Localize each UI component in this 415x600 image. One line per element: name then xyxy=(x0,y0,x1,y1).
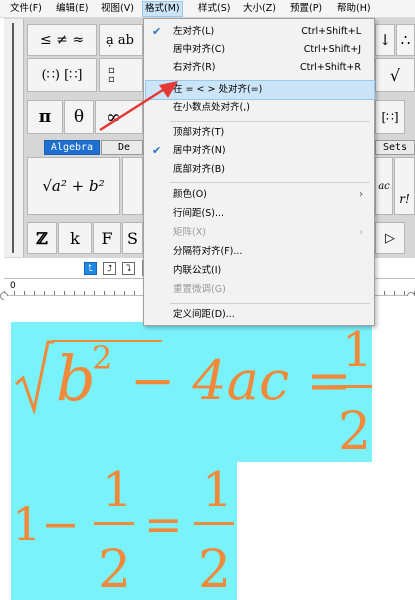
align-left-icon[interactable]: ⮤ xyxy=(84,262,97,275)
menu-item-color[interactable]: 颜色(O) › xyxy=(145,186,373,204)
factorial-template-button[interactable]: r! xyxy=(394,157,415,215)
submenu-arrow-icon: › xyxy=(359,227,363,238)
menu-item-align-middle[interactable]: ✔ 居中对齐(N) xyxy=(145,142,373,160)
eq1-rest: − 4ac = xyxy=(130,349,352,412)
check-icon: ✔ xyxy=(152,25,162,38)
menu-separator xyxy=(170,121,370,122)
radical-sign-icon xyxy=(15,340,54,414)
sqrt-sum-template[interactable]: √a² + b² xyxy=(27,157,120,215)
eq1-variable-b: b xyxy=(56,342,96,415)
menu-item-align-bottom[interactable]: 底部对齐(B) xyxy=(145,161,373,179)
fraction-template-button[interactable]: ac xyxy=(375,157,393,215)
fences-palette-button[interactable]: (∷) [∷] xyxy=(27,58,97,92)
menu-item-align-center[interactable]: 居中对齐(C) Ctrl+Shift+J xyxy=(145,41,373,59)
menu-item-reset-nudge: 重置微调(G) xyxy=(173,284,226,295)
radicals-palette-button[interactable]: √ xyxy=(375,58,415,92)
align-center-icon[interactable]: ⮥ xyxy=(103,262,116,275)
eq2-denominator: 2 xyxy=(98,540,132,600)
eq1-exponent: 2 xyxy=(92,339,113,377)
annotation-arrow-icon xyxy=(99,81,178,132)
pi-button[interactable]: π xyxy=(27,100,63,134)
tab-sets[interactable]: Sets xyxy=(375,140,415,155)
menu-item-define-spacing[interactable]: 定义间距(D)... xyxy=(145,306,373,324)
eq2-equals: = xyxy=(144,497,183,551)
logic-palette-button[interactable]: ∴ xyxy=(396,24,415,56)
eq2-right-fraction-bar xyxy=(194,522,234,525)
eq1-denominator: 2 xyxy=(338,402,372,462)
arrows-palette-button[interactable]: ↓ xyxy=(375,24,395,56)
script-f-button[interactable]: F xyxy=(93,222,121,254)
eq1-fraction-bar xyxy=(332,385,372,388)
menu-item-line-spacing[interactable]: 行间距(S)... xyxy=(145,205,373,223)
menu-item-inline-equation[interactable]: 内联公式(I) xyxy=(145,262,373,280)
menu-edit[interactable]: 编辑(E) xyxy=(54,2,90,16)
check-icon: ✔ xyxy=(152,144,162,157)
theta-button[interactable]: θ xyxy=(64,100,94,134)
format-dropdown-menu: ✔ 左对齐(L) Ctrl+Shift+L 居中对齐(C) Ctrl+Shift+J … xyxy=(143,18,375,326)
sqrt-sum-template-text: √a² + b² xyxy=(42,177,105,195)
menu-item-align-left[interactable]: ✔ 左对齐(L) Ctrl+Shift+L xyxy=(145,23,373,41)
align-right-icon[interactable]: ⮧ xyxy=(122,262,135,275)
menu-item-delimiter-align[interactable]: 分隔符对齐(F)... xyxy=(145,243,373,261)
tab-algebra[interactable]: Algebra xyxy=(44,140,100,155)
eq2-right-denominator: 2 xyxy=(198,540,232,600)
fraktur-k-button[interactable]: k xyxy=(58,222,92,254)
integers-button[interactable]: ℤ xyxy=(27,222,57,254)
triangle-button[interactable]: ▷ xyxy=(375,222,405,254)
menu-style[interactable]: 样式(S) xyxy=(196,2,232,16)
template-slot[interactable] xyxy=(122,157,143,215)
submenu-arrow-icon: › xyxy=(359,189,363,200)
menu-separator xyxy=(170,182,370,183)
eq2-one-minus: 1− xyxy=(12,497,80,551)
menu-item-matrix: 矩阵(X) › xyxy=(145,224,373,242)
eq2-right-numerator: 1 xyxy=(202,462,233,518)
menu-preferences[interactable]: 预置(P) xyxy=(288,2,324,16)
eq2-fraction-bar xyxy=(94,522,134,525)
menu-bar: 文件(F) 编辑(E) 视图(V) 格式(M) 样式(S) 大小(Z) 预置(P… xyxy=(0,0,415,18)
tab-derivations[interactable]: De xyxy=(101,140,143,155)
menu-separator xyxy=(170,303,370,304)
menu-size[interactable]: 大小(Z) xyxy=(241,2,278,16)
script-s-button[interactable]: S xyxy=(122,222,143,254)
menu-format[interactable]: 格式(M) xyxy=(142,1,183,17)
menu-help[interactable]: 帮助(H) xyxy=(335,2,373,16)
menu-item-align-right[interactable]: 右对齐(R) Ctrl+Shift+R xyxy=(145,59,373,77)
ruler-zero-label: 0 xyxy=(10,281,16,291)
menu-view[interactable]: 视图(V) xyxy=(99,2,136,16)
eq2-numerator: 1 xyxy=(102,462,133,518)
matrix-button[interactable]: [∷] xyxy=(375,100,405,134)
toolbar-grip[interactable] xyxy=(4,19,24,257)
spaces-palette-button[interactable]: ạ ab xyxy=(99,24,143,56)
eq1-numerator: 1 xyxy=(342,322,373,378)
relations-palette-button[interactable]: ≤ ≠ ≈ xyxy=(27,24,97,56)
menu-file[interactable]: 文件(F) xyxy=(8,2,44,16)
